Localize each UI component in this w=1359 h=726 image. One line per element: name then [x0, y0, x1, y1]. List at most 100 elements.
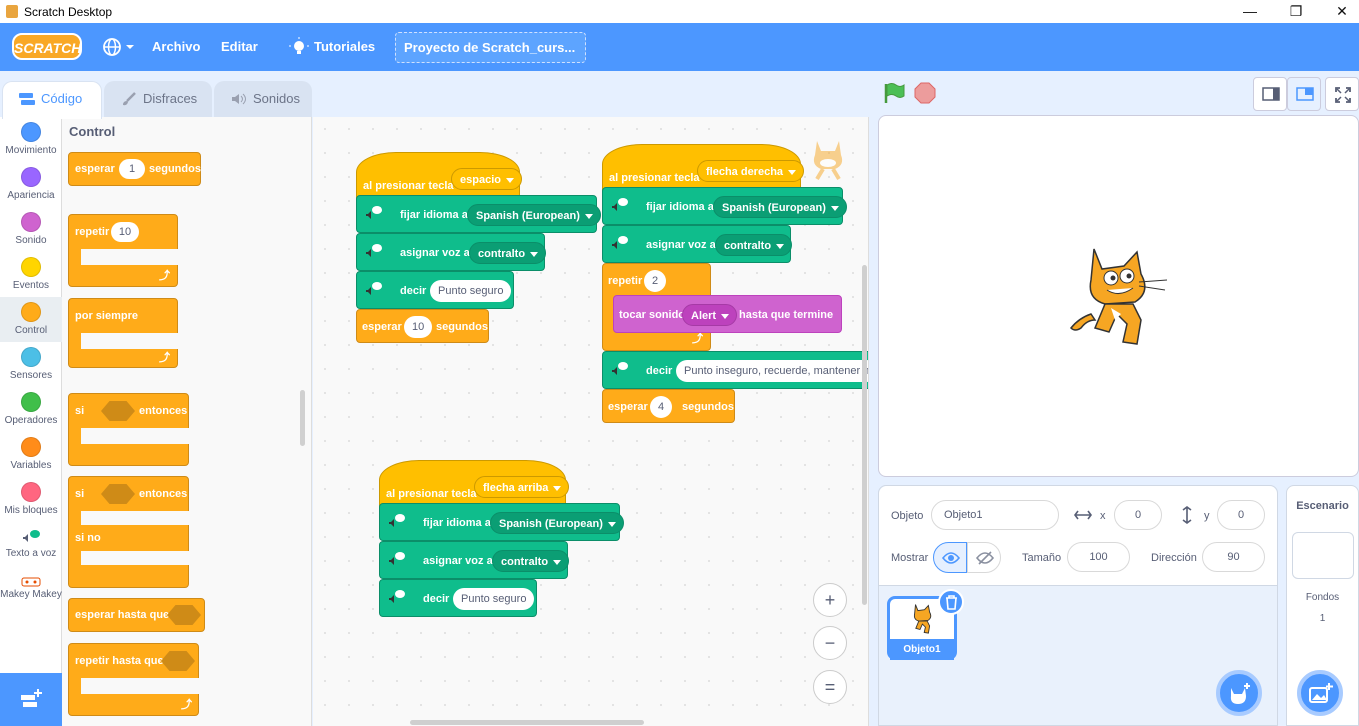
minimize-button[interactable]: — — [1227, 0, 1273, 23]
c-mouth — [81, 511, 191, 525]
direction-input[interactable]: 90 — [1202, 542, 1265, 572]
category-sensing[interactable]: Sensores — [0, 342, 62, 387]
stage-canvas[interactable] — [878, 115, 1359, 477]
file-menu[interactable]: Archivo — [152, 23, 200, 71]
key-dropdown[interactable]: flecha derecha — [697, 160, 805, 182]
scratch-logo[interactable]: SCRATCH — [12, 33, 82, 60]
tab-costumes[interactable]: Disfraces — [104, 81, 212, 117]
stage-selector[interactable]: Escenario Fondos 1 — [1286, 485, 1359, 726]
set-language-block[interactable]: fijar idioma a Spanish (European) — [602, 187, 847, 225]
category-events[interactable]: Eventos — [0, 252, 62, 297]
set-language-block[interactable]: fijar idioma a Spanish (European) — [379, 503, 624, 541]
language-menu[interactable] — [101, 23, 137, 71]
tab-code[interactable]: Código — [2, 81, 102, 119]
language-dropdown[interactable]: Spanish (European) — [467, 204, 601, 226]
palette-if-else-block[interactable]: si entonces si no — [68, 476, 191, 588]
stage-title: Escenario — [1296, 500, 1349, 512]
palette-scrollbar[interactable] — [300, 390, 305, 446]
sprite-name-input[interactable]: Objeto1 — [931, 500, 1059, 530]
set-voice-block[interactable]: asignar voz a contralto — [356, 233, 547, 271]
speak-text-input[interactable]: Punto seguro — [430, 280, 512, 302]
speak-block[interactable]: decir Punto seguro — [356, 271, 514, 309]
category-motion[interactable]: Movimiento — [0, 117, 62, 162]
fullscreen-button[interactable] — [1325, 77, 1359, 111]
add-backdrop-button[interactable] — [1297, 670, 1343, 716]
scripts-workspace[interactable]: al presionar tecla espacio fijar idioma … — [313, 117, 869, 726]
block-text: hasta que termine — [739, 309, 834, 321]
category-operators[interactable]: Operadores — [0, 387, 62, 432]
stage-thumbnail[interactable] — [1292, 532, 1354, 579]
zoom-out-button[interactable]: − — [813, 626, 847, 660]
palette-forever-block[interactable]: por siempre ⤴ — [68, 298, 179, 368]
key-dropdown[interactable]: espacio — [451, 168, 522, 190]
boolean-slot[interactable] — [167, 605, 201, 625]
palette-wait-until-block[interactable]: esperar hasta que — [68, 598, 205, 632]
zoom-in-button[interactable]: + — [813, 583, 847, 617]
category-variables[interactable]: Variables — [0, 432, 62, 477]
x-input[interactable]: 0 — [1114, 500, 1162, 530]
workspace-vertical-scrollbar[interactable] — [862, 265, 867, 605]
set-voice-block[interactable]: asignar voz a contralto — [602, 225, 793, 263]
voice-dropdown[interactable]: contralto — [715, 234, 793, 256]
block-input[interactable]: 10 — [111, 222, 139, 242]
project-title-input[interactable]: Proyecto de Scratch_curs... — [395, 32, 586, 63]
boolean-slot[interactable] — [101, 484, 135, 504]
palette-wait-block[interactable]: esperar 1 segundos — [68, 152, 201, 186]
edit-menu[interactable]: Editar — [221, 23, 258, 71]
show-label: Mostrar — [891, 552, 929, 564]
voice-dropdown[interactable]: contralto — [469, 242, 547, 264]
category-text-to-speech[interactable]: Texto a voz — [0, 522, 62, 567]
tab-sounds[interactable]: Sonidos — [214, 81, 312, 117]
tab-sounds-label: Sonidos — [253, 91, 300, 106]
workspace-horizontal-scrollbar[interactable] — [410, 720, 644, 725]
block-input[interactable]: 1 — [119, 159, 145, 179]
play-sound-until-done-block[interactable]: tocar sonido Alert hasta que termine — [613, 295, 842, 333]
voice-dropdown[interactable]: contralto — [492, 550, 570, 572]
block-text: fijar idioma a — [423, 517, 491, 529]
palette-repeat-block[interactable]: repetir 10 ⤴ — [68, 214, 179, 287]
normal-stage-button[interactable] — [1287, 77, 1321, 111]
speak-text-input[interactable]: Punto seguro — [453, 588, 535, 610]
language-dropdown[interactable]: Spanish (European) — [713, 196, 847, 218]
language-dropdown[interactable]: Spanish (European) — [490, 512, 624, 534]
stop-icon[interactable] — [914, 82, 936, 104]
set-voice-block[interactable]: asignar voz a contralto — [379, 541, 570, 579]
delete-sprite-button[interactable] — [938, 589, 964, 615]
repeat-count-input[interactable]: 2 — [644, 270, 667, 292]
size-input[interactable]: 100 — [1067, 542, 1130, 572]
zoom-reset-button[interactable]: = — [813, 670, 847, 704]
wait-block[interactable]: esperar 10 segundos — [356, 309, 489, 343]
maximize-button[interactable]: ❐ — [1273, 0, 1319, 23]
tutorials-menu[interactable]: Tutoriales — [289, 23, 375, 71]
speak-block[interactable]: decir Punto seguro — [379, 579, 537, 617]
sound-dropdown[interactable]: Alert — [682, 304, 738, 326]
show-visible-button[interactable] — [933, 542, 967, 573]
palette-repeat-until-block[interactable]: repetir hasta que ⤴ — [68, 643, 201, 716]
category-control[interactable]: Control — [0, 297, 62, 342]
add-sprite-button[interactable] — [1216, 670, 1262, 716]
close-window-button[interactable]: ✕ — [1319, 0, 1359, 23]
green-flag-icon[interactable] — [881, 81, 905, 105]
speak-text-input[interactable]: Punto inseguro, recuerde, mantener n — [676, 360, 868, 382]
y-input[interactable]: 0 — [1217, 500, 1265, 530]
speak-block[interactable]: decir Punto inseguro, recuerde, mantener… — [602, 351, 868, 389]
add-extension-button[interactable] — [0, 673, 62, 726]
boolean-slot[interactable] — [101, 401, 135, 421]
block-text: por siempre — [75, 310, 138, 322]
show-hidden-button[interactable] — [967, 542, 1001, 573]
set-language-block[interactable]: fijar idioma a Spanish (European) — [356, 195, 601, 233]
category-looks[interactable]: Apariencia — [0, 162, 62, 207]
block-text: repetir hasta que — [75, 655, 164, 667]
palette-if-block[interactable]: si entonces — [68, 393, 191, 466]
wait-block[interactable]: esperar 4 segundos — [602, 389, 735, 423]
key-dropdown[interactable]: flecha arriba — [474, 476, 570, 498]
wait-seconds-input[interactable]: 4 — [650, 396, 673, 418]
block-text: asignar voz a — [400, 247, 470, 259]
wait-seconds-input[interactable]: 10 — [404, 316, 433, 338]
boolean-slot[interactable] — [161, 651, 195, 671]
category-makey-makey[interactable]: Makey Makey — [0, 572, 62, 620]
cat-sprite-icon[interactable] — [1069, 244, 1169, 350]
small-stage-button[interactable] — [1253, 77, 1287, 111]
category-my-blocks[interactable]: Mis bloques — [0, 477, 62, 522]
category-sound[interactable]: Sonido — [0, 207, 62, 252]
